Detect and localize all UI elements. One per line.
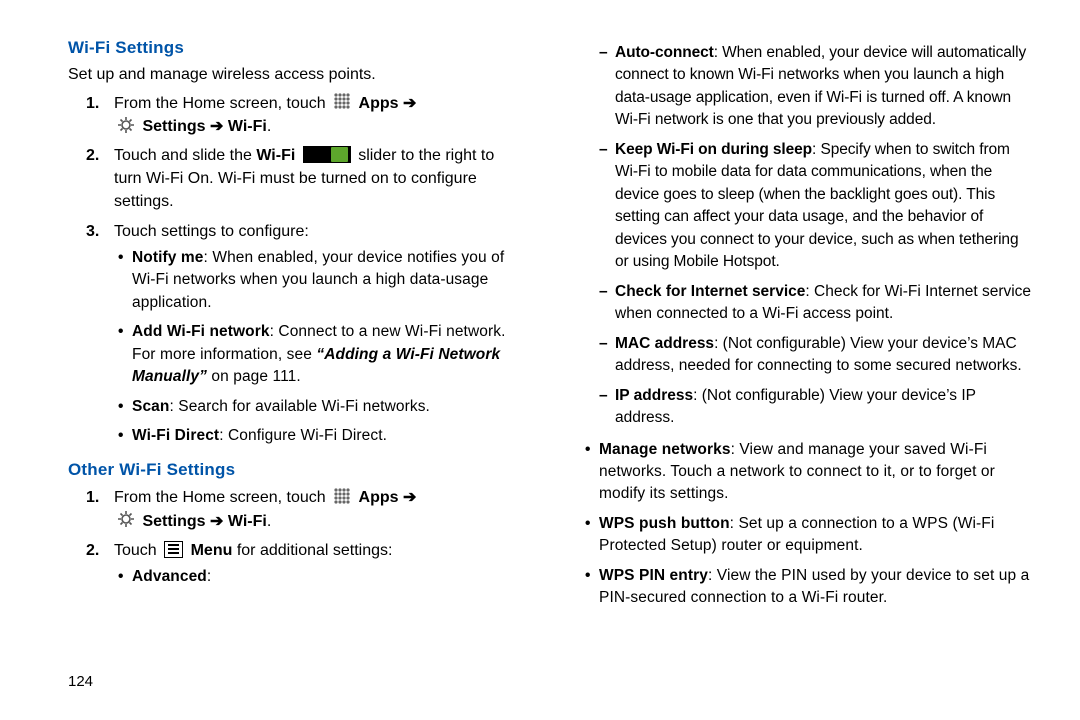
ostep2-a: Touch [114,542,161,559]
step-2: Touch and slide the Wi-Fi ON slider to t… [114,144,525,214]
opt-ip-address: IP address: (Not configurable) View your… [615,385,1036,430]
left-column: Wi-Fi Settings Set up and manage wireles… [68,38,525,690]
ip-t: IP address [615,387,693,404]
add-ref-pg: on page 111. [207,368,301,385]
wifi-intro: Set up and manage wireless access points… [68,64,525,86]
opt-wps-push: WPS push button: Set up a connection to … [599,513,1036,558]
step2-wifi: Wi-Fi [256,147,295,164]
gear-icon [117,510,135,528]
opt-add-wifi: Add Wi-Fi network: Connect to a new Wi-F… [132,321,525,388]
scan-body: : Search for available Wi-Fi networks. [169,398,430,415]
menu-label: Menu [191,542,233,559]
settings-label: Settings [142,513,205,530]
keep-b: : Specify when to switch from Wi-Fi to m… [615,141,1018,270]
pin-t: WPS PIN entry [599,567,708,584]
step2-a: Touch and slide the [114,147,256,164]
step-1: From the Home screen, touch Apps [114,92,525,138]
right-bullets: Manage networks: View and manage your sa… [579,439,1036,617]
arrow-icon [206,118,224,135]
other-bullets: Advanced: [114,566,525,588]
advanced-dashes: Auto-connect: When enabled, your device … [579,42,1036,437]
advanced-title: Advanced [132,568,207,585]
gear-icon [117,116,135,134]
opt-mac-address: MAC address: (Not configurable) View you… [615,333,1036,378]
wifi-label: Wi-Fi [228,118,267,135]
wifi-switch-icon: ON [303,146,351,163]
arrow-icon [399,489,417,506]
other-steps: From the Home screen, touch Apps [68,486,525,595]
opt-wps-pin: WPS PIN entry: View the PIN used by your… [599,565,1036,610]
other-step-2: Touch Menu for additional settings: Adva… [114,539,525,589]
opt-keep-wifi-sleep: Keep Wi-Fi on during sleep: Specify when… [615,139,1036,274]
manual-page: Wi-Fi Settings Set up and manage wireles… [0,0,1080,720]
opt-wifi-direct: Wi-Fi Direct: Configure Wi-Fi Direct. [132,425,525,447]
ostep2-b: for additional settings: [237,542,393,559]
arrow-icon [206,513,224,530]
step3-text: Touch settings to configure: [114,223,309,240]
auto-t: Auto-connect [615,44,714,61]
wifi-steps: From the Home screen, touch Apps [68,92,525,455]
mng-t: Manage networks [599,441,731,458]
step3-bullets: Notify me: When enabled, your device not… [114,247,525,448]
ostep1-text: From the Home screen, touch [114,489,330,506]
advanced-colon: : [207,568,211,585]
keep-t: Keep Wi-Fi on during sleep [615,141,812,158]
apps-icon [333,92,351,110]
mac-t: MAC address [615,335,714,352]
page-number: 124 [68,649,525,690]
menu-icon [164,541,183,558]
other-step-1: From the Home screen, touch Apps [114,486,525,532]
step-3: Touch settings to configure: Notify me: … [114,220,525,448]
opt-advanced: Advanced: [132,566,525,588]
arrow-icon [399,95,417,112]
wifi-label: Wi-Fi [228,513,267,530]
right-column: Auto-connect: When enabled, your device … [579,38,1036,690]
opt-notify-me: Notify me: When enabled, your device not… [132,247,525,314]
apps-label: Apps [359,489,399,506]
heading-other-wifi: Other Wi-Fi Settings [68,460,525,480]
opt-manage-networks: Manage networks: View and manage your sa… [599,439,1036,506]
wfd-title: Wi-Fi Direct [132,427,219,444]
opt-check-internet: Check for Internet service: Check for Wi… [615,281,1036,326]
notify-title: Notify me [132,249,204,266]
wps-t: WPS push button [599,515,730,532]
opt-auto-connect: Auto-connect: When enabled, your device … [615,42,1036,132]
apps-label: Apps [359,95,399,112]
heading-wifi-settings: Wi-Fi Settings [68,38,525,58]
apps-icon [333,487,351,505]
wfd-body: : Configure Wi-Fi Direct. [219,427,387,444]
scan-title: Scan [132,398,169,415]
add-title: Add Wi-Fi network [132,323,270,340]
check-t: Check for Internet service [615,283,805,300]
step1-text: From the Home screen, touch [114,95,330,112]
settings-label: Settings [142,118,205,135]
opt-scan: Scan: Search for available Wi-Fi network… [132,396,525,418]
